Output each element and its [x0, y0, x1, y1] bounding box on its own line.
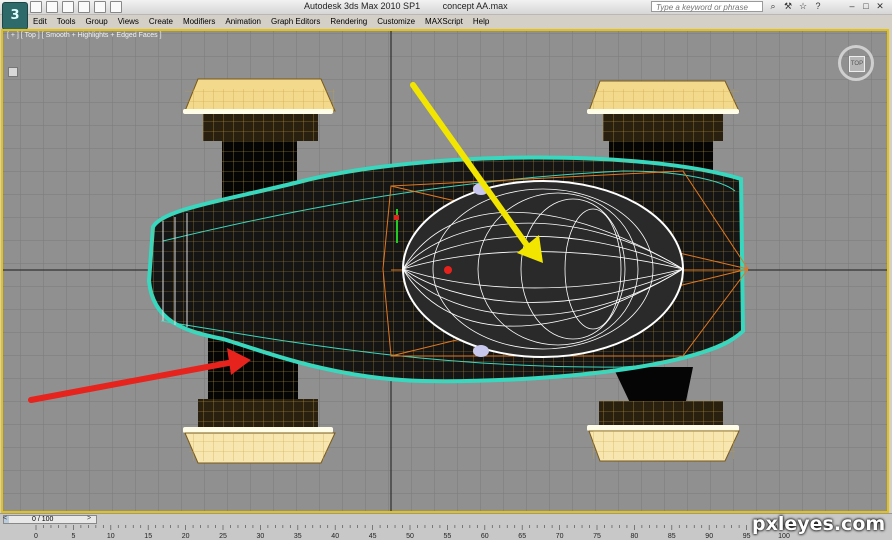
help-icon[interactable]: ?	[813, 1, 823, 11]
tire-front-right[interactable]	[587, 80, 740, 141]
time-slider[interactable]: 0 / 100	[3, 515, 97, 524]
info-center-icons: ⌕ ⚒ ☆ ?	[768, 1, 823, 11]
menu-edit[interactable]: Edit	[28, 15, 52, 28]
file-name: concept AA.max	[442, 1, 508, 11]
next-frame-icon[interactable]: >	[87, 515, 91, 522]
cockpit-dome[interactable]	[402, 180, 684, 358]
window-controls: – □ ✕	[846, 1, 886, 12]
maximize-icon[interactable]: □	[860, 1, 872, 12]
redo-icon[interactable]	[94, 1, 106, 13]
viewcube[interactable]: TOP	[838, 45, 874, 81]
tire-rear-right[interactable]	[587, 401, 740, 462]
tools-icon[interactable]: ⚒	[783, 1, 793, 11]
menu-graph-editors[interactable]: Graph Editors	[266, 15, 325, 28]
project-icon[interactable]	[110, 1, 122, 13]
app-name: Autodesk 3ds Max 2010 SP1	[304, 1, 421, 11]
search-box[interactable]	[651, 1, 763, 12]
menu-bar: Edit Tools Group Views Create Modifiers …	[28, 15, 494, 28]
viewport-label[interactable]: [ + ] [ Top ] [ Smooth + Highlights + Ed…	[7, 32, 162, 39]
menu-modifiers[interactable]: Modifiers	[178, 15, 220, 28]
star-icon[interactable]: ☆	[798, 1, 808, 11]
window-title: Autodesk 3ds Max 2010 SP1 concept AA.max	[304, 1, 528, 11]
menu-maxscript[interactable]: MAXScript	[420, 15, 468, 28]
tire-front-left[interactable]	[183, 78, 336, 141]
app-logo[interactable]: 3	[2, 2, 28, 30]
title-bar: Autodesk 3ds Max 2010 SP1 concept AA.max…	[0, 0, 892, 15]
watermark: pxleyes.com	[752, 513, 886, 535]
menu-rendering[interactable]: Rendering	[325, 15, 372, 28]
save-icon[interactable]	[62, 1, 74, 13]
minimize-icon[interactable]: –	[846, 1, 858, 12]
top-viewport[interactable]: [ + ] [ Top ] [ Smooth + Highlights + Ed…	[1, 29, 889, 513]
menu-views[interactable]: Views	[113, 15, 144, 28]
new-file-icon[interactable]	[30, 1, 42, 13]
menu-customize[interactable]: Customize	[372, 15, 420, 28]
viewcube-face[interactable]: TOP	[849, 56, 865, 72]
viewport-canvas[interactable]	[3, 31, 887, 511]
menu-tools[interactable]: Tools	[52, 15, 81, 28]
menu-help[interactable]: Help	[468, 15, 494, 28]
menu-group[interactable]: Group	[80, 15, 112, 28]
undo-icon[interactable]	[78, 1, 90, 13]
binoculars-icon[interactable]: ⌕	[768, 1, 778, 11]
quick-access-toolbar	[30, 1, 122, 13]
menu-create[interactable]: Create	[144, 15, 178, 28]
frame-readout: 0 / 100	[32, 516, 54, 523]
side-mirror-right	[473, 345, 489, 357]
menu-animation[interactable]: Animation	[220, 15, 266, 28]
search-input[interactable]	[656, 3, 762, 12]
close-icon[interactable]: ✕	[874, 1, 886, 12]
tire-rear-left[interactable]	[183, 399, 336, 464]
prev-frame-icon[interactable]: <	[3, 515, 7, 522]
open-folder-icon[interactable]	[46, 1, 58, 13]
